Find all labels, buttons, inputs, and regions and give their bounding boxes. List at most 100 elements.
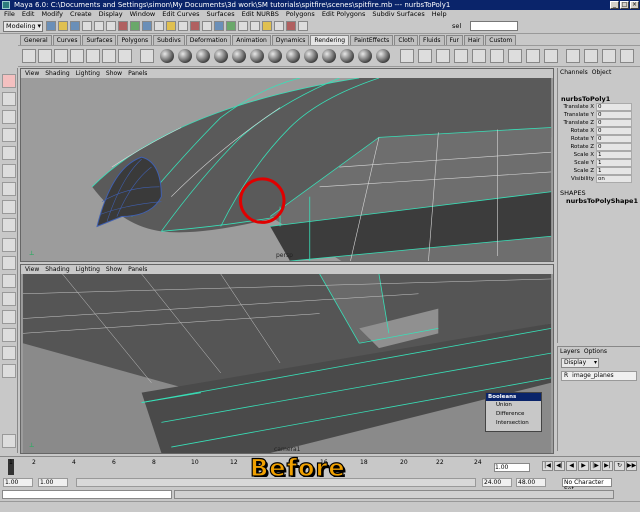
material-sphere-icon[interactable] [376, 49, 390, 63]
channel-row[interactable]: Translate Z0 [558, 119, 640, 127]
particle-icon[interactable] [584, 49, 598, 63]
play-back-icon[interactable]: ◀ [566, 461, 577, 471]
vp-menu-view[interactable]: View [25, 265, 39, 274]
range-start-field[interactable]: 1.00 [3, 478, 33, 487]
range-playback-end-field[interactable]: 24.00 [482, 478, 512, 487]
material-sphere-icon[interactable] [250, 49, 264, 63]
channel-row[interactable]: Rotate Y0 [558, 135, 640, 143]
loop-icon[interactable]: ↻ [614, 461, 625, 471]
menu-edit-curves[interactable]: Edit Curves [162, 10, 199, 19]
go-end-icon[interactable]: ▶| [602, 461, 613, 471]
history-icon[interactable] [262, 21, 272, 31]
channel-row[interactable]: Scale Z1 [558, 167, 640, 175]
soft-mod-icon[interactable] [2, 200, 16, 214]
volume-light-icon[interactable] [102, 49, 116, 63]
material-sphere-icon[interactable] [214, 49, 228, 63]
save-scene-icon[interactable] [70, 21, 80, 31]
area-light-icon[interactable] [86, 49, 100, 63]
hypershade-icon[interactable] [140, 49, 154, 63]
ipr-render-icon[interactable] [286, 21, 296, 31]
texture-icon[interactable] [472, 49, 486, 63]
select-tool-icon[interactable] [2, 74, 16, 88]
render-settings-icon[interactable] [436, 49, 450, 63]
menu-surfaces[interactable]: Surfaces [206, 10, 234, 19]
object-name[interactable]: nurbsToPoly1 [558, 95, 640, 103]
shelf-tab-deformation[interactable]: Deformation [185, 35, 232, 45]
channel-row[interactable]: Visibility on [558, 175, 640, 183]
layer-name[interactable]: image_planes [572, 372, 613, 380]
snap-view-icon[interactable] [250, 21, 260, 31]
spot-light-icon[interactable] [54, 49, 68, 63]
snap-grid-icon[interactable] [214, 21, 224, 31]
material-sphere-icon[interactable] [178, 49, 192, 63]
move-tool-icon[interactable] [2, 128, 16, 142]
material-sphere-icon[interactable] [268, 49, 282, 63]
layout-icon[interactable] [2, 328, 16, 342]
snap-point-icon[interactable] [238, 21, 248, 31]
shelf-tab-rendering[interactable]: Rendering [310, 35, 350, 45]
shelf-tab-animation[interactable]: Animation [232, 35, 271, 45]
maximize-button[interactable]: □ [620, 1, 629, 9]
channel-row[interactable]: Scale X1 [558, 151, 640, 159]
open-scene-icon[interactable] [58, 21, 68, 31]
material-sphere-icon[interactable] [358, 49, 372, 63]
shelf-tab-polygons[interactable]: Polygons [117, 35, 153, 45]
menu-window[interactable]: Window [130, 10, 156, 19]
character-set-dropdown[interactable]: No Character Set [562, 478, 612, 493]
mask-deform-icon[interactable] [166, 21, 176, 31]
paint-select-icon[interactable] [2, 110, 16, 124]
viewport-camera1[interactable]: View Shading Lighting Show Panels camera… [20, 264, 554, 454]
layer-type-dropdown[interactable]: Display [561, 358, 599, 368]
four-view-icon[interactable] [2, 256, 16, 270]
close-button[interactable]: × [630, 1, 639, 9]
shelf-tab-fur[interactable]: Fur [445, 35, 463, 45]
shelf-tab-cloth[interactable]: Cloth [394, 35, 418, 45]
paint-icon[interactable] [602, 49, 616, 63]
channel-row[interactable]: Scale Y1 [558, 159, 640, 167]
vp-menu-shading[interactable]: Shading [45, 265, 69, 274]
material-sphere-icon[interactable] [232, 49, 246, 63]
current-frame-field[interactable]: 1.00 [494, 463, 530, 472]
vp-menu-show[interactable]: Show [106, 69, 122, 78]
lasso-tool-icon[interactable] [2, 92, 16, 106]
object-menu[interactable]: Object [592, 68, 612, 77]
render-globals-icon[interactable] [298, 21, 308, 31]
layer-render-flag[interactable]: R [564, 372, 568, 380]
channel-row[interactable]: Translate Y0 [558, 111, 640, 119]
assign-shader-icon[interactable] [490, 49, 504, 63]
render-view-icon[interactable] [400, 49, 414, 63]
layer-row[interactable]: R image_planes [561, 371, 637, 381]
trash-icon[interactable] [620, 49, 634, 63]
mode-selector[interactable]: Modeling [3, 21, 43, 32]
shelf-tab-subdivs[interactable]: Subdivs [153, 35, 185, 45]
mask-curve-icon[interactable] [142, 21, 152, 31]
shelf-tab-custom[interactable]: Custom [485, 35, 517, 45]
sel-input[interactable] [470, 21, 518, 31]
material-sphere-icon[interactable] [304, 49, 318, 63]
material-sphere-icon[interactable] [322, 49, 336, 63]
persp-hypershade-icon[interactable] [2, 310, 16, 324]
rotate-tool-icon[interactable] [2, 146, 16, 160]
new-scene-icon[interactable] [46, 21, 56, 31]
light-tool-icon[interactable] [38, 49, 52, 63]
play-forward-icon[interactable]: ▶ [578, 461, 589, 471]
menu-help[interactable]: Help [432, 10, 447, 19]
ambient-light-icon[interactable] [118, 49, 132, 63]
channels-menu[interactable]: Channels [560, 68, 588, 77]
persp-outliner-icon[interactable] [2, 274, 16, 288]
vp-menu-panels[interactable]: Panels [128, 69, 147, 78]
vp-menu-lighting[interactable]: Lighting [76, 69, 100, 78]
layout-icon[interactable] [2, 346, 16, 360]
step-back-icon[interactable]: ◀| [554, 461, 565, 471]
select-hierarchy-icon[interactable] [82, 21, 92, 31]
mask-handle-icon[interactable] [118, 21, 128, 31]
shelf-tab-hair[interactable]: Hair [463, 35, 485, 45]
channel-row[interactable]: Rotate X0 [558, 127, 640, 135]
menu-modify[interactable]: Modify [41, 10, 63, 19]
menu-edit-polygons[interactable]: Edit Polygons [322, 10, 366, 19]
channel-row[interactable]: Translate X0 [558, 103, 640, 111]
menu-subdiv-surfaces[interactable]: Subdiv Surfaces [372, 10, 424, 19]
channel-row[interactable]: Rotate Z0 [558, 143, 640, 151]
boolean-intersection[interactable]: Intersection [486, 419, 541, 428]
command-input[interactable] [2, 490, 172, 499]
